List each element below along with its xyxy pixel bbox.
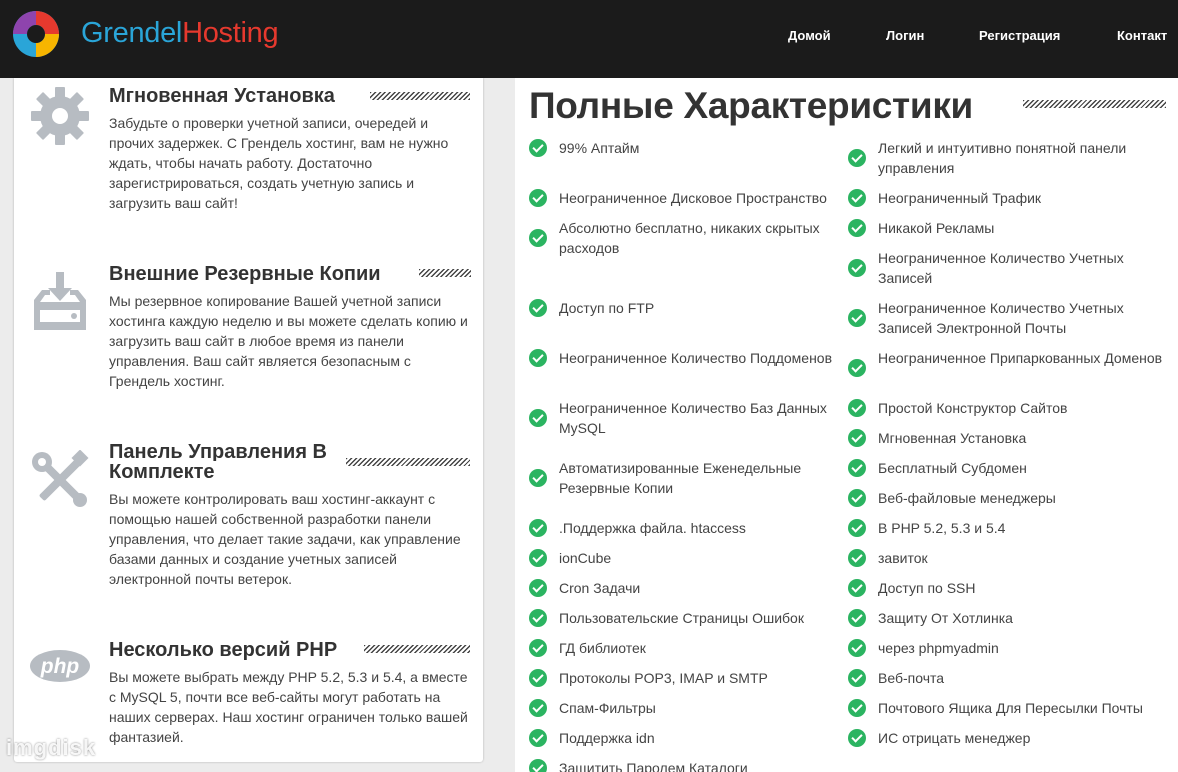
feature-list-text: Простой Конструктор Сайтов xyxy=(878,400,1068,416)
check-circle-icon xyxy=(529,699,547,717)
gear-icon xyxy=(31,87,89,145)
check-circle-icon xyxy=(848,189,866,207)
check-circle-icon xyxy=(848,489,866,507)
feature-list-text: через phpmyadmin xyxy=(878,640,999,656)
check-circle-icon xyxy=(529,519,547,537)
svg-text:php: php xyxy=(40,655,80,678)
specs-title: Полные Характеристики xyxy=(529,85,973,126)
check-circle-icon xyxy=(529,409,547,427)
feature-list-text: завиток xyxy=(878,550,928,566)
check-circle-icon xyxy=(848,699,866,717)
check-circle-icon xyxy=(848,359,866,377)
title-decoration xyxy=(364,645,470,653)
specs-panel: Полные Характеристики 99% Аптайм Неограни… xyxy=(515,78,1178,772)
nav-home[interactable]: Домой xyxy=(788,28,831,43)
feature-list-text: Пользовательские Страницы Ошибок xyxy=(559,610,804,626)
check-circle-icon xyxy=(848,609,866,627)
check-circle-icon xyxy=(848,639,866,657)
feature-description: Забудьте о проверки учетной записи, очер… xyxy=(109,115,449,211)
feature-list-text: Cron Задачи xyxy=(559,580,641,596)
php-icon: php xyxy=(30,650,90,682)
feature-title: Мгновенная Установка xyxy=(109,85,341,107)
nav-register[interactable]: Регистрация xyxy=(979,28,1060,43)
feature-list-text: Легкий и интуитивно понятной панели упра… xyxy=(878,140,1127,176)
feature-list-text: Протоколы POP3, IMAP и SMTP xyxy=(559,670,768,686)
check-circle-icon xyxy=(529,469,547,487)
title-decoration xyxy=(419,269,471,277)
check-circle-icon xyxy=(529,669,547,687)
check-circle-icon xyxy=(529,639,547,657)
logo-swirl-icon[interactable] xyxy=(12,10,60,58)
feature-list-text: .Поддержка файла. htaccess xyxy=(559,520,746,536)
feature-list-text: Веб-почта xyxy=(878,670,945,686)
feature-list-text: Спам-Фильтры xyxy=(559,700,656,716)
feature-list-text: ГД библиотек xyxy=(559,640,646,656)
feature-list-text: ИС отрицать менеджер xyxy=(878,730,1031,746)
feature-list-text: Поддержка idn xyxy=(559,730,655,746)
check-circle-icon xyxy=(529,189,547,207)
check-circle-icon xyxy=(529,139,547,157)
title-decoration xyxy=(370,92,470,100)
check-circle-icon xyxy=(848,309,866,327)
feature-description: Вы можете контролировать ваш хостинг-акк… xyxy=(109,491,461,587)
feature-list-text: Неограниченный Трафик xyxy=(878,190,1042,206)
feature-list-text: Мгновенная Установка xyxy=(878,430,1027,446)
check-circle-icon xyxy=(529,299,547,317)
feature-list-text: Неограниченное Количество Учетных Записе… xyxy=(878,250,1124,286)
check-circle-icon xyxy=(848,519,866,537)
watermark-text: imgdisk xyxy=(6,735,97,760)
nav-login[interactable]: Логин xyxy=(886,28,924,43)
check-circle-icon xyxy=(529,549,547,567)
feature-list-text: Неограниченное Припаркованных Доменов xyxy=(878,350,1163,366)
feature-list-text: Неограниченное Количество Учетных Записе… xyxy=(878,300,1124,336)
check-circle-icon xyxy=(529,729,547,747)
feature-list-text: Неограниченное Дисковое Пространство xyxy=(559,190,827,206)
feature-list-text: В PHP 5.2, 5.3 и 5.4 xyxy=(878,520,1006,536)
feature-list-text: Защитить Паролем Каталоги xyxy=(559,760,748,772)
check-circle-icon xyxy=(848,399,866,417)
check-circle-icon xyxy=(529,609,547,627)
feature-list-text: Неограниченное Количество Баз Данных MyS… xyxy=(559,400,827,436)
check-circle-icon xyxy=(529,229,547,247)
check-circle-icon xyxy=(848,549,866,567)
feature-description: Мы резервное копирование Вашей учетной з… xyxy=(109,293,468,389)
check-circle-icon xyxy=(529,349,547,367)
feature-list-text: Доступ по SSH xyxy=(878,580,976,596)
check-circle-icon xyxy=(848,669,866,687)
feature-title: Панель Управления В Комплекте xyxy=(109,441,327,483)
feature-list-text: 99% Аптайм xyxy=(559,140,640,156)
specs-title-decoration xyxy=(1023,100,1166,108)
feature-list-text: Никакой Рекламы xyxy=(878,220,995,236)
backup-download-icon xyxy=(34,272,86,330)
check-circle-icon xyxy=(848,259,866,277)
brand-part1: Grendel xyxy=(81,17,183,49)
feature-list-text: Автоматизированные Еженедельные Резервны… xyxy=(559,460,802,496)
check-circle-icon xyxy=(848,459,866,477)
check-circle-icon xyxy=(529,579,547,597)
feature-list-text: Неограниченное Количество Поддоменов xyxy=(559,350,833,366)
feature-list-text: ionCube xyxy=(559,550,612,566)
features-panel: Мгновенная Установка Забудьте о проверки… xyxy=(14,78,483,762)
brand-logo-text[interactable]: GrendelHosting xyxy=(81,17,279,50)
check-circle-icon xyxy=(529,759,547,772)
check-circle-icon xyxy=(848,149,866,167)
feature-list-text: Веб-файловые менеджеры xyxy=(878,490,1056,506)
feature-list-text: Абсолютно бесплатно, никаких скрытых рас… xyxy=(559,220,820,256)
check-circle-icon xyxy=(848,429,866,447)
feature-description: Вы можете выбрать между PHP 5.2, 5.3 и 5… xyxy=(109,669,468,745)
brand-part2: Hosting xyxy=(182,17,279,49)
nav-contact[interactable]: Контакт xyxy=(1117,28,1167,43)
site-header: GrendelHosting Домой Логин Регистрация К… xyxy=(0,0,1178,78)
feature-title: Несколько версий PHP xyxy=(109,639,344,661)
feature-title: Внешние Резервные Копии xyxy=(109,263,387,285)
check-circle-icon xyxy=(848,729,866,747)
feature-list-text: Почтового Ящика Для Пересылки Почты xyxy=(878,700,1143,716)
tools-icon xyxy=(32,450,89,507)
check-circle-icon xyxy=(848,579,866,597)
feature-list-text: Доступ по FTP xyxy=(559,300,655,316)
feature-list-text: Бесплатный Субдомен xyxy=(878,460,1027,476)
feature-list-text: Защиту От Хотлинка xyxy=(878,610,1013,626)
check-circle-icon xyxy=(848,219,866,237)
